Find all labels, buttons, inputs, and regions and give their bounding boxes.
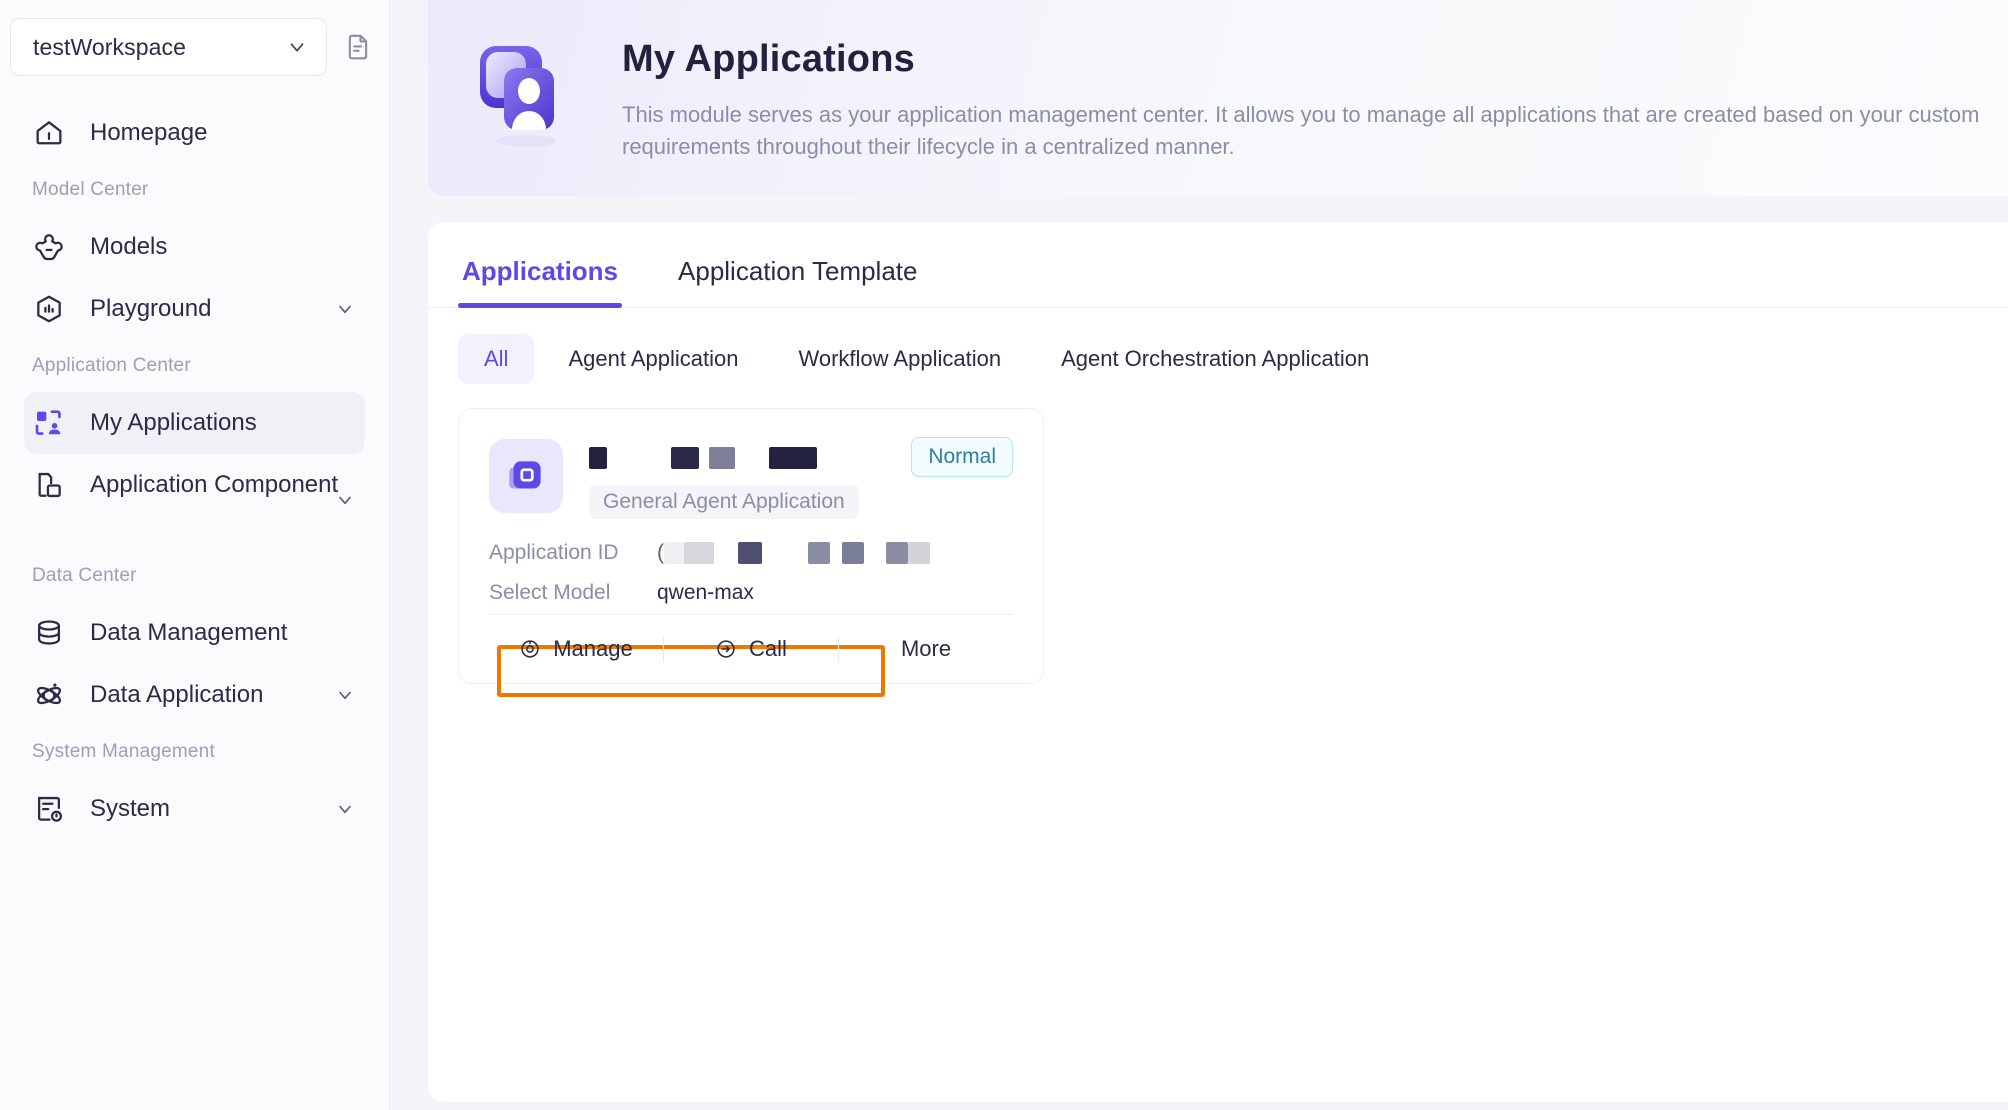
application-component-icon <box>32 468 66 502</box>
card-meta: Application ID (Select Model qwen-max <box>489 533 1013 697</box>
workspace-name: testWorkspace <box>33 33 186 60</box>
sidebar-nav: Homepage Model Center Models Playground … <box>0 102 389 840</box>
document-icon[interactable] <box>341 30 375 64</box>
select-model-value: qwen-max <box>657 581 754 604</box>
meta-label: Select Model <box>489 581 611 604</box>
sidebar-item-label: My Applications <box>90 409 257 437</box>
sidebar-item-label: System <box>90 795 171 823</box>
my-applications-icon <box>32 406 66 440</box>
panel-tabs: Applications Application Template <box>428 222 2008 308</box>
playground-icon <box>32 292 66 326</box>
filter-chip-agent-application[interactable]: Agent Application <box>542 334 764 384</box>
tab-application-template[interactable]: Application Template <box>674 256 921 307</box>
sidebar-item-label: Data Application <box>90 681 264 709</box>
meta-label: Application ID <box>489 541 619 564</box>
card-actions: Manage Call More <box>489 615 1013 683</box>
applications-panel: Applications Application Template All Ag… <box>428 222 2008 1102</box>
sidebar: testWorkspace Homepage Model Center Mode… <box>0 0 390 1110</box>
more-button[interactable]: More <box>839 636 1013 662</box>
manage-label: Manage <box>553 636 633 661</box>
application-id-value-redacted: ( <box>657 541 930 565</box>
filter-chip-all[interactable]: All <box>458 334 535 384</box>
database-icon <box>32 616 66 650</box>
meta-row-select-model: Select Model qwen-max <box>489 573 1013 613</box>
filter-chips: All Agent Application Workflow Applicati… <box>428 308 2008 384</box>
main-content: My Applications This module serves as yo… <box>390 0 2008 1110</box>
chevron-down-icon <box>286 36 308 58</box>
more-label: More <box>900 636 952 661</box>
chevron-down-icon[interactable] <box>335 799 355 819</box>
hero-text-block: My Applications This module serves as yo… <box>622 34 2008 161</box>
chevron-down-icon[interactable] <box>335 490 355 510</box>
sidebar-item-label: Homepage <box>90 119 208 147</box>
sidebar-item-models[interactable]: Models <box>24 216 365 278</box>
sidebar-item-data-application[interactable]: Data Application <box>24 664 365 726</box>
call-button[interactable]: Call <box>664 636 838 662</box>
sidebar-item-playground[interactable]: Playground <box>24 278 365 340</box>
sidebar-item-system[interactable]: System <box>24 778 365 840</box>
models-icon <box>32 230 66 264</box>
application-type-badge: General Agent Application <box>589 485 859 519</box>
manage-button[interactable]: Manage <box>489 636 663 662</box>
sidebar-item-my-applications[interactable]: My Applications <box>24 392 365 454</box>
sidebar-item-data-management[interactable]: Data Management <box>24 602 365 664</box>
status-badge: Normal <box>911 437 1013 477</box>
meta-row-application-id: Application ID ( <box>489 533 1013 573</box>
page-description: This module serves as your application m… <box>622 102 1980 159</box>
sidebar-item-label: Data Management <box>90 619 288 647</box>
settings-target-icon <box>519 638 541 660</box>
application-card-list: Normal General Agent Application Applica… <box>428 384 2008 697</box>
sidebar-item-application-component[interactable]: Application Component <box>24 454 365 550</box>
app-root: testWorkspace Homepage Model Center Mode… <box>0 0 2008 1110</box>
atom-icon <box>32 678 66 712</box>
workspace-selector[interactable]: testWorkspace <box>10 18 327 76</box>
home-icon <box>32 116 66 150</box>
hero-banner: My Applications This module serves as yo… <box>428 0 2008 196</box>
application-card[interactable]: Normal General Agent Application Applica… <box>458 408 1044 697</box>
workspace-row: testWorkspace <box>0 18 389 76</box>
call-label: Call <box>749 636 787 661</box>
sidebar-group-system-management: System Management <box>32 741 215 762</box>
page-title: My Applications <box>622 38 915 81</box>
sidebar-item-label: Models <box>90 233 168 261</box>
sidebar-group-application-center: Application Center <box>32 355 191 376</box>
chevron-down-icon[interactable] <box>335 685 355 705</box>
my-applications-hero-icon <box>474 42 578 154</box>
sidebar-item-homepage[interactable]: Homepage <box>24 102 365 164</box>
chevron-down-icon[interactable] <box>335 299 355 319</box>
filter-chip-agent-orchestration-application[interactable]: Agent Orchestration Application <box>1035 334 1395 384</box>
sidebar-item-label: Playground <box>90 295 212 323</box>
system-icon <box>32 792 66 826</box>
filter-chip-workflow-application[interactable]: Workflow Application <box>772 334 1027 384</box>
sidebar-item-label: Application Component <box>90 471 339 498</box>
sidebar-group-data-center: Data Center <box>32 565 137 586</box>
tab-applications[interactable]: Applications <box>458 256 623 308</box>
sidebar-group-model-center: Model Center <box>32 179 149 200</box>
app-square-icon <box>489 439 563 513</box>
call-arrow-icon <box>715 638 737 660</box>
